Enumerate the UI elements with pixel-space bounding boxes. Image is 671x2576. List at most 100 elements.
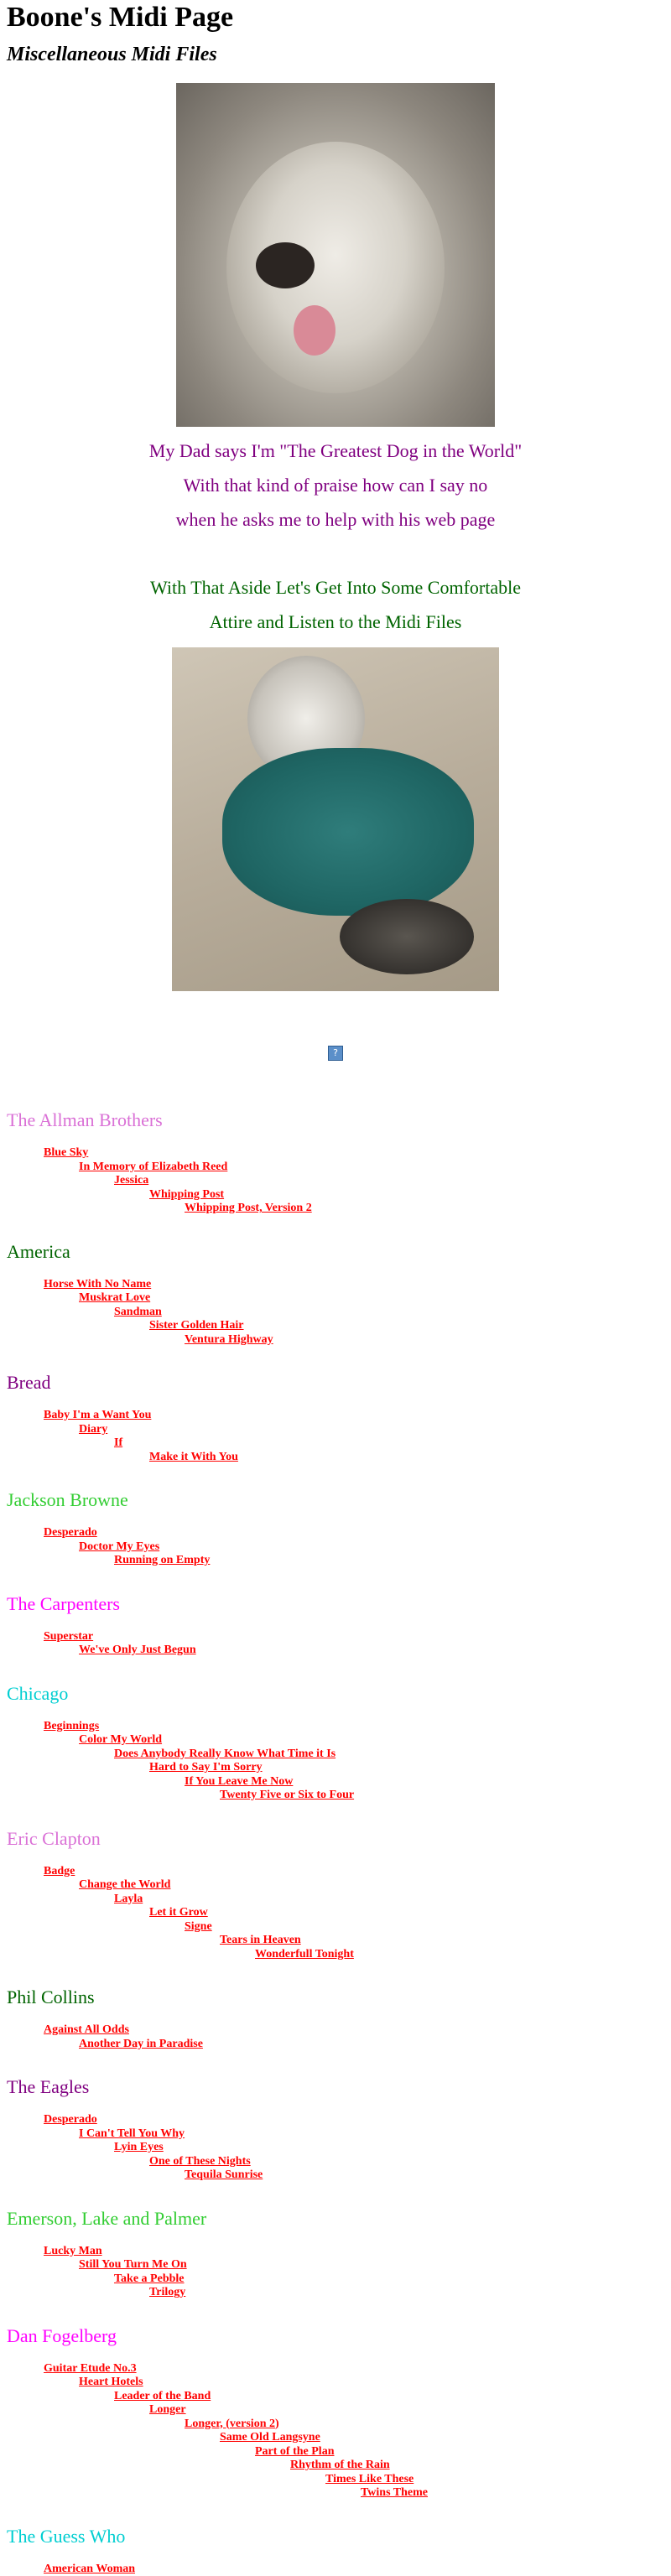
artist-heading: The Allman Brothers bbox=[7, 1109, 664, 1131]
song-row: Layla bbox=[7, 1893, 664, 1907]
song-link[interactable]: Sandman bbox=[114, 1306, 162, 1318]
song-link[interactable]: Tears in Heaven bbox=[220, 1934, 301, 1946]
song-link[interactable]: Leader of the Band bbox=[114, 2390, 211, 2402]
song-link[interactable]: Heart Hotels bbox=[79, 2376, 143, 2388]
song-row: Another Day in Paradise bbox=[7, 2038, 664, 2052]
artist-section: ChicagoBeginningsColor My WorldDoes Anyb… bbox=[7, 1683, 664, 1803]
song-link[interactable]: If bbox=[114, 1436, 122, 1449]
song-link[interactable]: Change the World bbox=[79, 1878, 170, 1891]
artist-heading: The Eagles bbox=[7, 2076, 664, 2098]
broken-image-icon[interactable]: ? bbox=[328, 1046, 343, 1061]
song-link[interactable]: Lucky Man bbox=[44, 2245, 102, 2257]
song-row: Superstar bbox=[7, 1630, 664, 1644]
song-row: Desperado bbox=[7, 2113, 664, 2127]
song-link[interactable]: Horse With No Name bbox=[44, 1278, 151, 1291]
song-link[interactable]: Let it Grow bbox=[149, 1906, 208, 1919]
song-link[interactable]: Same Old Langsyne bbox=[220, 2431, 320, 2444]
song-link[interactable]: Layla bbox=[114, 1893, 143, 1905]
song-link[interactable]: One of These Nights bbox=[149, 2155, 251, 2168]
song-link[interactable]: In Memory of Elizabeth Reed bbox=[79, 1161, 227, 1173]
song-link[interactable]: Trilogy bbox=[149, 2286, 185, 2298]
dog-photo-sweater bbox=[172, 647, 499, 991]
song-row: Badge bbox=[7, 1865, 664, 1879]
song-list: Badge Change the World Layla Let it GrowSig… bbox=[7, 1865, 664, 1962]
song-link[interactable]: Whipping Post bbox=[149, 1188, 224, 1201]
song-row: Change the World bbox=[7, 1878, 664, 1893]
artist-heading: The Guess Who bbox=[7, 2526, 664, 2547]
song-link[interactable]: Color My World bbox=[79, 1733, 162, 1746]
song-link[interactable]: Beginnings bbox=[44, 1720, 99, 1732]
song-row: Horse With No Name bbox=[7, 1278, 664, 1292]
song-link[interactable]: Times Like These bbox=[325, 2473, 414, 2485]
song-list: DesperadoI Can't Tell You WhyLyin Eyes On… bbox=[7, 2113, 664, 2183]
song-link[interactable]: Signe bbox=[185, 1920, 212, 1933]
song-row: Sister Golden Hair bbox=[7, 1319, 664, 1333]
song-link[interactable]: Badge bbox=[44, 1865, 75, 1877]
song-link[interactable]: Guitar Etude No.3 bbox=[44, 2362, 137, 2375]
song-row: Leader of the Band bbox=[7, 2390, 664, 2404]
song-row: Sandman bbox=[7, 1306, 664, 1320]
song-link[interactable]: Rhythm of the Rain bbox=[290, 2459, 390, 2471]
song-link[interactable]: Still You Turn Me On bbox=[79, 2258, 187, 2271]
song-link[interactable]: Twins Theme bbox=[361, 2486, 428, 2499]
page-subtitle: Miscellaneous Midi Files bbox=[7, 44, 664, 66]
song-link[interactable]: Diary bbox=[79, 1423, 107, 1436]
song-link[interactable]: Twenty Five or Six to Four bbox=[220, 1789, 354, 1801]
page-title: Boone's Midi Page bbox=[7, 0, 664, 34]
song-link[interactable]: American Woman bbox=[44, 2563, 135, 2575]
artist-section: AmericaHorse With No NameMuskrat LoveSan… bbox=[7, 1241, 664, 1348]
song-link[interactable]: Sister Golden Hair bbox=[149, 1319, 244, 1332]
song-link[interactable]: Blue Sky bbox=[44, 1146, 88, 1159]
artist-section: The CarpentersSuperstarWe've Only Just B… bbox=[7, 1593, 664, 1658]
song-row: If You Leave Me Now bbox=[7, 1775, 664, 1789]
song-link[interactable]: Jessica bbox=[114, 1174, 148, 1187]
song-link[interactable]: Does Anybody Really Know What Time it Is bbox=[114, 1748, 336, 1760]
song-row: Part of the Plan bbox=[7, 2445, 664, 2459]
song-link[interactable]: Tequila Sunrise bbox=[185, 2168, 263, 2181]
song-row: Ventura Highway bbox=[7, 1333, 664, 1348]
caption-line: when he asks me to help with his web pag… bbox=[7, 502, 664, 537]
song-link[interactable]: Muskrat Love bbox=[79, 1291, 150, 1304]
song-link[interactable]: Longer, (version 2) bbox=[185, 2418, 279, 2430]
song-row: We've Only Just Begun bbox=[7, 1644, 664, 1658]
song-row: Lucky Man bbox=[7, 2245, 664, 2259]
song-link[interactable]: Make it With You bbox=[149, 1451, 238, 1463]
song-row: Twenty Five or Six to Four bbox=[7, 1789, 664, 1803]
song-link[interactable]: Superstar bbox=[44, 1630, 93, 1643]
song-link[interactable]: Lyin Eyes bbox=[114, 2141, 164, 2153]
song-list: SuperstarWe've Only Just Begun bbox=[7, 1630, 664, 1658]
song-row: Baby I'm a Want You bbox=[7, 1409, 664, 1423]
song-list: Guitar Etude No.3Heart Hotels Leader of t… bbox=[7, 2362, 664, 2501]
song-link[interactable]: Longer bbox=[149, 2403, 186, 2416]
song-row: Longer, (version 2) bbox=[7, 2418, 664, 2432]
song-row: Tequila Sunrise bbox=[7, 2168, 664, 2183]
song-row: Heart Hotels bbox=[7, 2376, 664, 2390]
song-link[interactable]: Desperado bbox=[44, 1526, 97, 1539]
song-link[interactable]: Take a Pebble bbox=[114, 2272, 185, 2285]
song-link[interactable]: Against All Odds bbox=[44, 2023, 129, 2036]
song-row: Make it With You bbox=[7, 1451, 664, 1465]
song-link[interactable]: Running on Empty bbox=[114, 1554, 210, 1566]
song-row: Hard to Say I'm Sorry bbox=[7, 1761, 664, 1775]
song-row: Trilogy bbox=[7, 2286, 664, 2300]
artist-section: The Eagles DesperadoI Can't Tell You WhyL… bbox=[7, 2076, 664, 2183]
song-row: If bbox=[7, 1436, 664, 1451]
song-link[interactable]: Wonderfull Tonight bbox=[255, 1948, 354, 1961]
song-link[interactable]: If You Leave Me Now bbox=[185, 1775, 293, 1788]
song-row: Muskrat Love bbox=[7, 1291, 664, 1306]
song-row: Against All Odds bbox=[7, 2023, 664, 2038]
song-link[interactable]: Ventura Highway bbox=[185, 1333, 273, 1346]
song-link[interactable]: Another Day in Paradise bbox=[79, 2038, 203, 2050]
song-link[interactable]: I Can't Tell You Why bbox=[79, 2127, 185, 2140]
song-link[interactable]: Desperado bbox=[44, 2113, 97, 2126]
caption-line: My Dad says I'm "The Greatest Dog in the… bbox=[7, 434, 664, 468]
caption-line: With that kind of praise how can I say n… bbox=[7, 468, 664, 502]
dog-photo-portrait bbox=[176, 83, 495, 427]
caption-comfortable-attire: With That Aside Let's Get Into Some Comf… bbox=[7, 570, 664, 639]
song-link[interactable]: We've Only Just Begun bbox=[79, 1644, 196, 1656]
song-link[interactable]: Whipping Post, Version 2 bbox=[185, 1202, 312, 1214]
song-link[interactable]: Doctor My Eyes bbox=[79, 1540, 159, 1553]
song-link[interactable]: Baby I'm a Want You bbox=[44, 1409, 151, 1421]
song-link[interactable]: Hard to Say I'm Sorry bbox=[149, 1761, 263, 1774]
song-link[interactable]: Part of the Plan bbox=[255, 2445, 334, 2458]
